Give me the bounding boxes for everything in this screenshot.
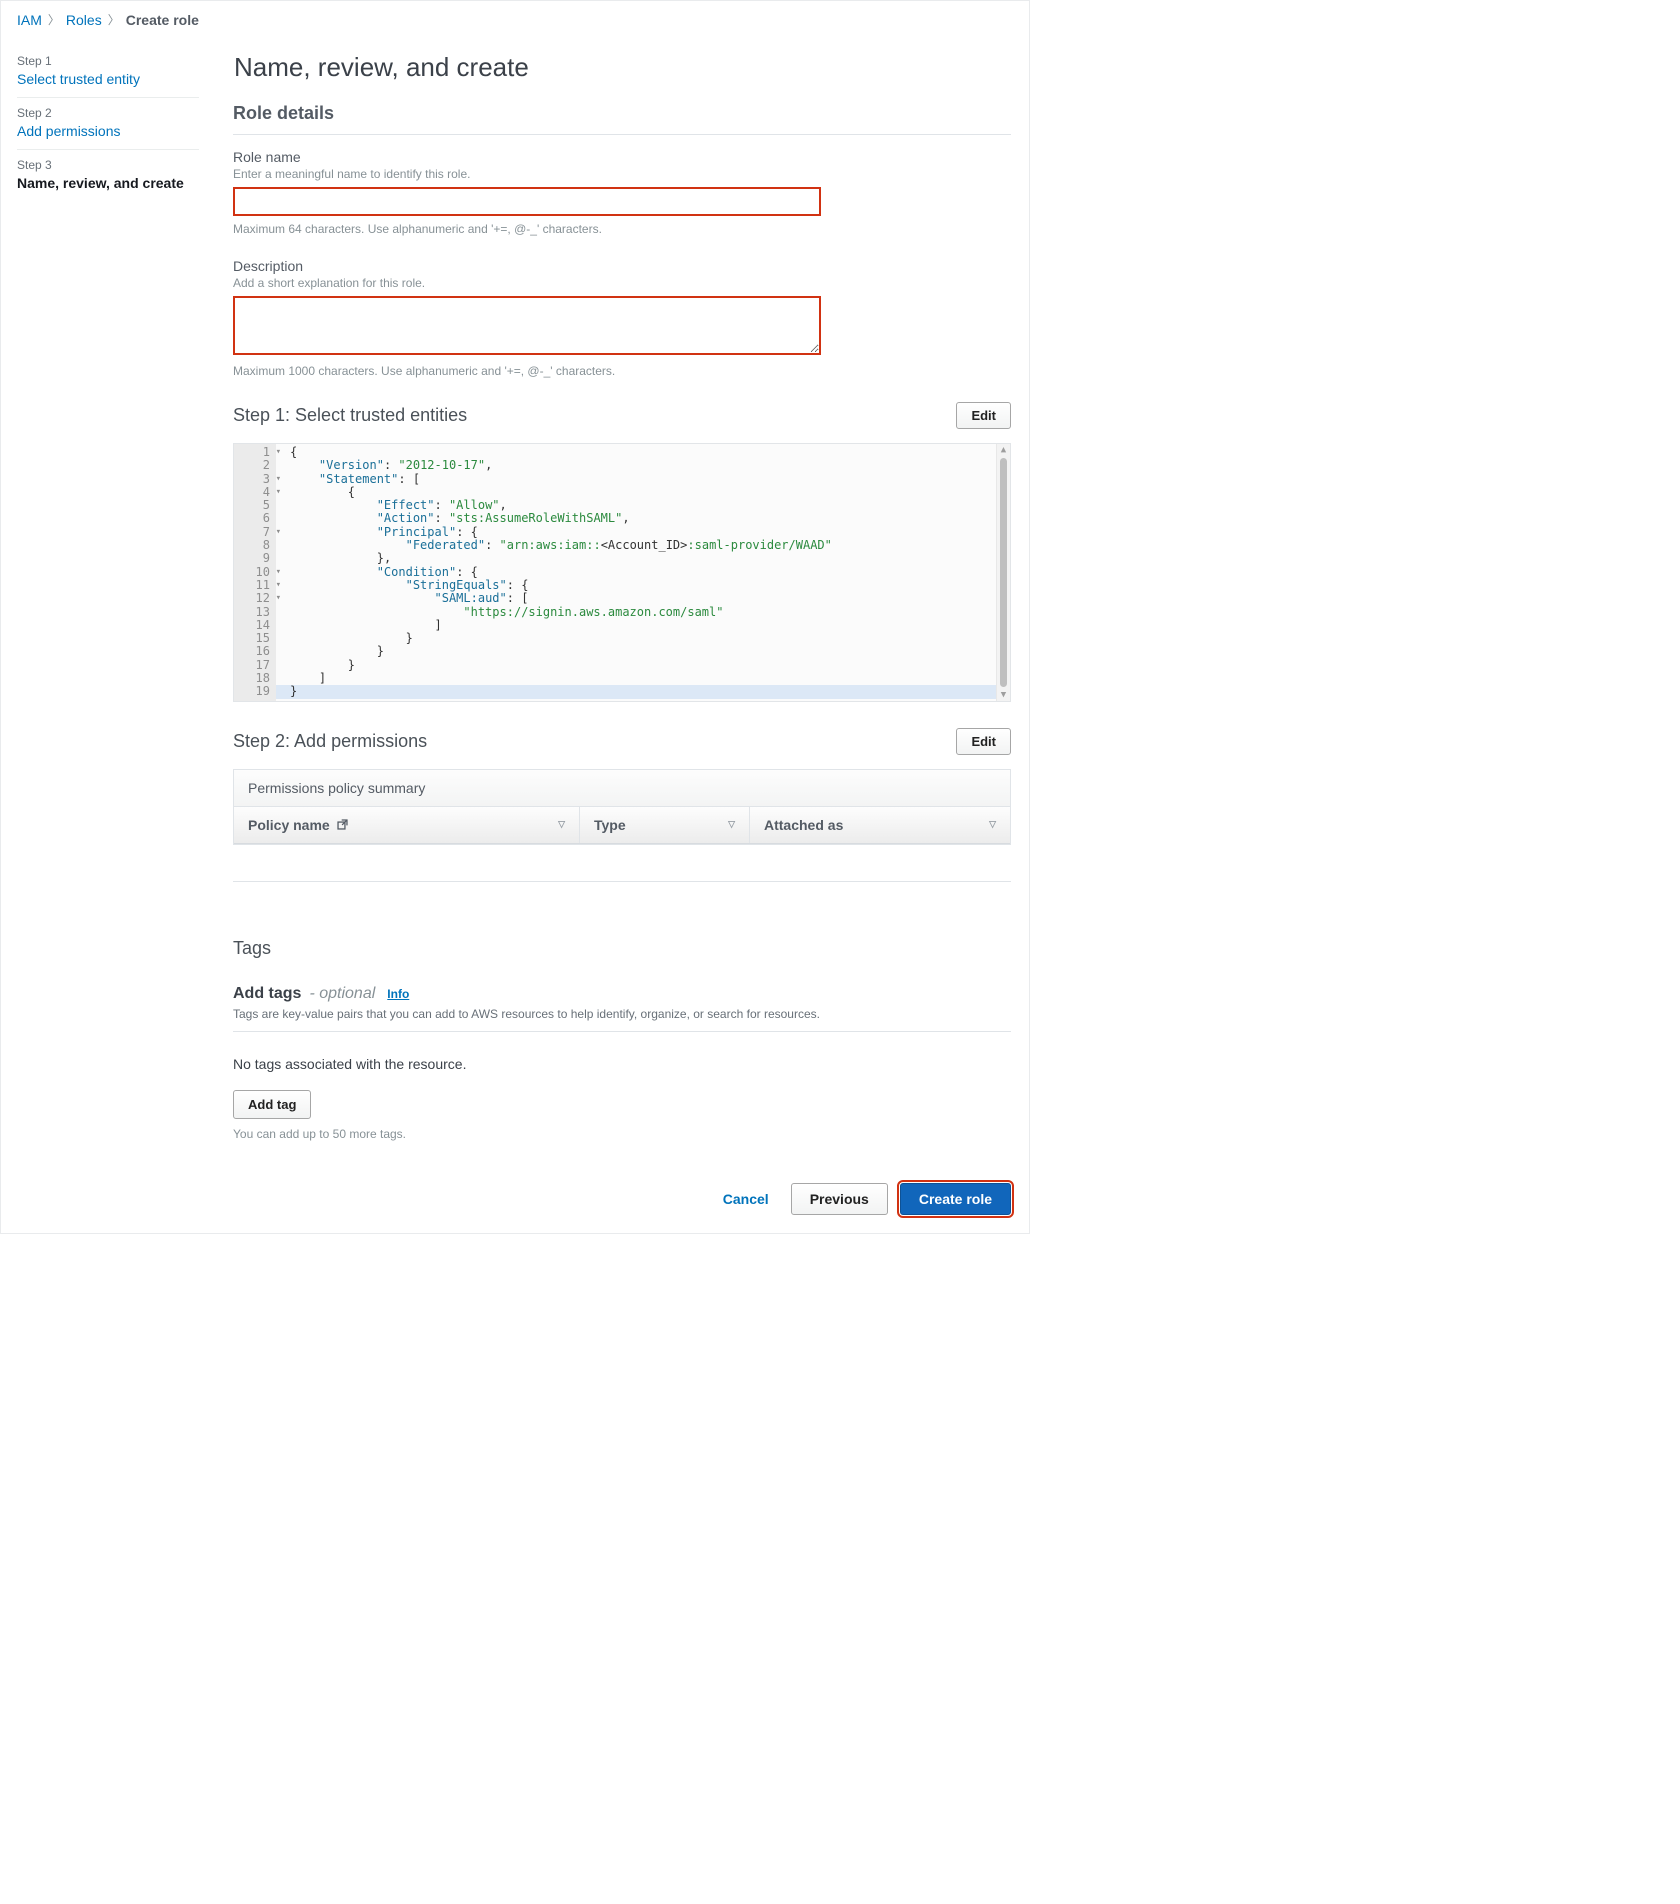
wizard-footer: Cancel Previous Create role bbox=[1, 1159, 1029, 1233]
step1-edit-button[interactable]: Edit bbox=[956, 402, 1011, 429]
role-name-input[interactable] bbox=[233, 187, 821, 216]
wizard-sidebar: Step 1 Select trusted entity Step 2 Add … bbox=[1, 34, 215, 1159]
breadcrumb-current: Create role bbox=[126, 12, 199, 28]
divider bbox=[233, 1031, 1011, 1032]
scroll-up-icon[interactable]: ▲ bbox=[1001, 444, 1006, 456]
description-field: Description Add a short explanation for … bbox=[233, 258, 1011, 378]
step-name: Name, review, and create bbox=[17, 175, 199, 191]
role-name-constraint: Maximum 64 characters. Use alphanumeric … bbox=[233, 222, 1011, 236]
tags-info-link[interactable]: Info bbox=[387, 987, 409, 1001]
editor-scrollbar[interactable]: ▲ ▼ bbox=[996, 444, 1010, 701]
previous-button[interactable]: Previous bbox=[791, 1183, 888, 1215]
step-label: Step 2 bbox=[17, 106, 199, 120]
col-attached-as-label: Attached as bbox=[764, 817, 843, 833]
step-label: Step 3 bbox=[17, 158, 199, 172]
description-input[interactable] bbox=[233, 296, 821, 355]
permissions-table-header: Policy name ▽ Type ▽ bbox=[234, 807, 1010, 844]
role-name-label: Role name bbox=[233, 149, 1011, 165]
col-attached-as[interactable]: Attached as ▽ bbox=[750, 807, 1010, 843]
divider bbox=[233, 881, 1011, 882]
sidebar-step-1[interactable]: Step 1 Select trusted entity bbox=[17, 46, 199, 98]
editor-gutter: 1 2 3 4 5 6 7 8 9 10 11 12 13 14 15 16 1 bbox=[234, 444, 276, 701]
col-type[interactable]: Type ▽ bbox=[580, 807, 750, 843]
scroll-down-icon[interactable]: ▼ bbox=[1001, 689, 1006, 701]
step-name: Select trusted entity bbox=[17, 71, 199, 87]
step2-edit-button[interactable]: Edit bbox=[956, 728, 1011, 755]
external-link-icon bbox=[336, 818, 349, 831]
cancel-button[interactable]: Cancel bbox=[713, 1185, 779, 1213]
sort-icon[interactable]: ▽ bbox=[728, 819, 735, 830]
col-policy-name-label: Policy name bbox=[248, 817, 330, 833]
step-label: Step 1 bbox=[17, 54, 199, 68]
breadcrumb-iam[interactable]: IAM bbox=[17, 12, 42, 28]
chevron-right-icon: 〉 bbox=[108, 11, 120, 28]
editor-body[interactable]: { "Version": "2012-10-17", "Statement": … bbox=[276, 444, 996, 701]
sidebar-step-3: Step 3 Name, review, and create bbox=[17, 150, 199, 201]
description-hint: Add a short explanation for this role. bbox=[233, 276, 1011, 290]
no-tags-message: No tags associated with the resource. bbox=[233, 1056, 1011, 1072]
description-label: Description bbox=[233, 258, 1011, 274]
col-type-label: Type bbox=[594, 817, 626, 833]
sort-icon[interactable]: ▽ bbox=[558, 819, 565, 830]
sort-icon[interactable]: ▽ bbox=[989, 819, 996, 830]
role-details-heading: Role details bbox=[233, 103, 1011, 124]
breadcrumb: IAM 〉 Roles 〉 Create role bbox=[1, 1, 1029, 34]
col-policy-name[interactable]: Policy name ▽ bbox=[234, 807, 580, 843]
chevron-right-icon: 〉 bbox=[48, 11, 60, 28]
divider bbox=[233, 134, 1011, 135]
permissions-summary-box: Permissions policy summary Policy name ▽ bbox=[233, 769, 1011, 845]
main-content: Name, review, and create Role details Ro… bbox=[215, 34, 1029, 1159]
breadcrumb-roles[interactable]: Roles bbox=[66, 12, 102, 28]
trust-policy-editor[interactable]: 1 2 3 4 5 6 7 8 9 10 11 12 13 14 15 16 1 bbox=[233, 443, 1011, 702]
role-name-field: Role name Enter a meaningful name to ide… bbox=[233, 149, 1011, 236]
tag-limit-hint: You can add up to 50 more tags. bbox=[233, 1127, 1011, 1141]
step-name: Add permissions bbox=[17, 123, 199, 139]
create-role-button[interactable]: Create role bbox=[900, 1183, 1011, 1215]
add-tags-heading: Add tags bbox=[233, 985, 301, 1003]
sidebar-step-2[interactable]: Step 2 Add permissions bbox=[17, 98, 199, 150]
optional-label: - optional bbox=[309, 985, 375, 1003]
step1-heading: Step 1: Select trusted entities bbox=[233, 405, 467, 426]
scroll-thumb[interactable] bbox=[1000, 458, 1007, 687]
description-constraint: Maximum 1000 characters. Use alphanumeri… bbox=[233, 364, 1011, 378]
add-tag-button[interactable]: Add tag bbox=[233, 1090, 311, 1119]
page-title: Name, review, and create bbox=[234, 52, 1011, 83]
tags-heading: Tags bbox=[233, 938, 1011, 959]
tags-description: Tags are key-value pairs that you can ad… bbox=[233, 1007, 1011, 1021]
step2-heading: Step 2: Add permissions bbox=[233, 731, 427, 752]
permissions-summary-title: Permissions policy summary bbox=[234, 770, 1010, 807]
role-name-hint: Enter a meaningful name to identify this… bbox=[233, 167, 1011, 181]
